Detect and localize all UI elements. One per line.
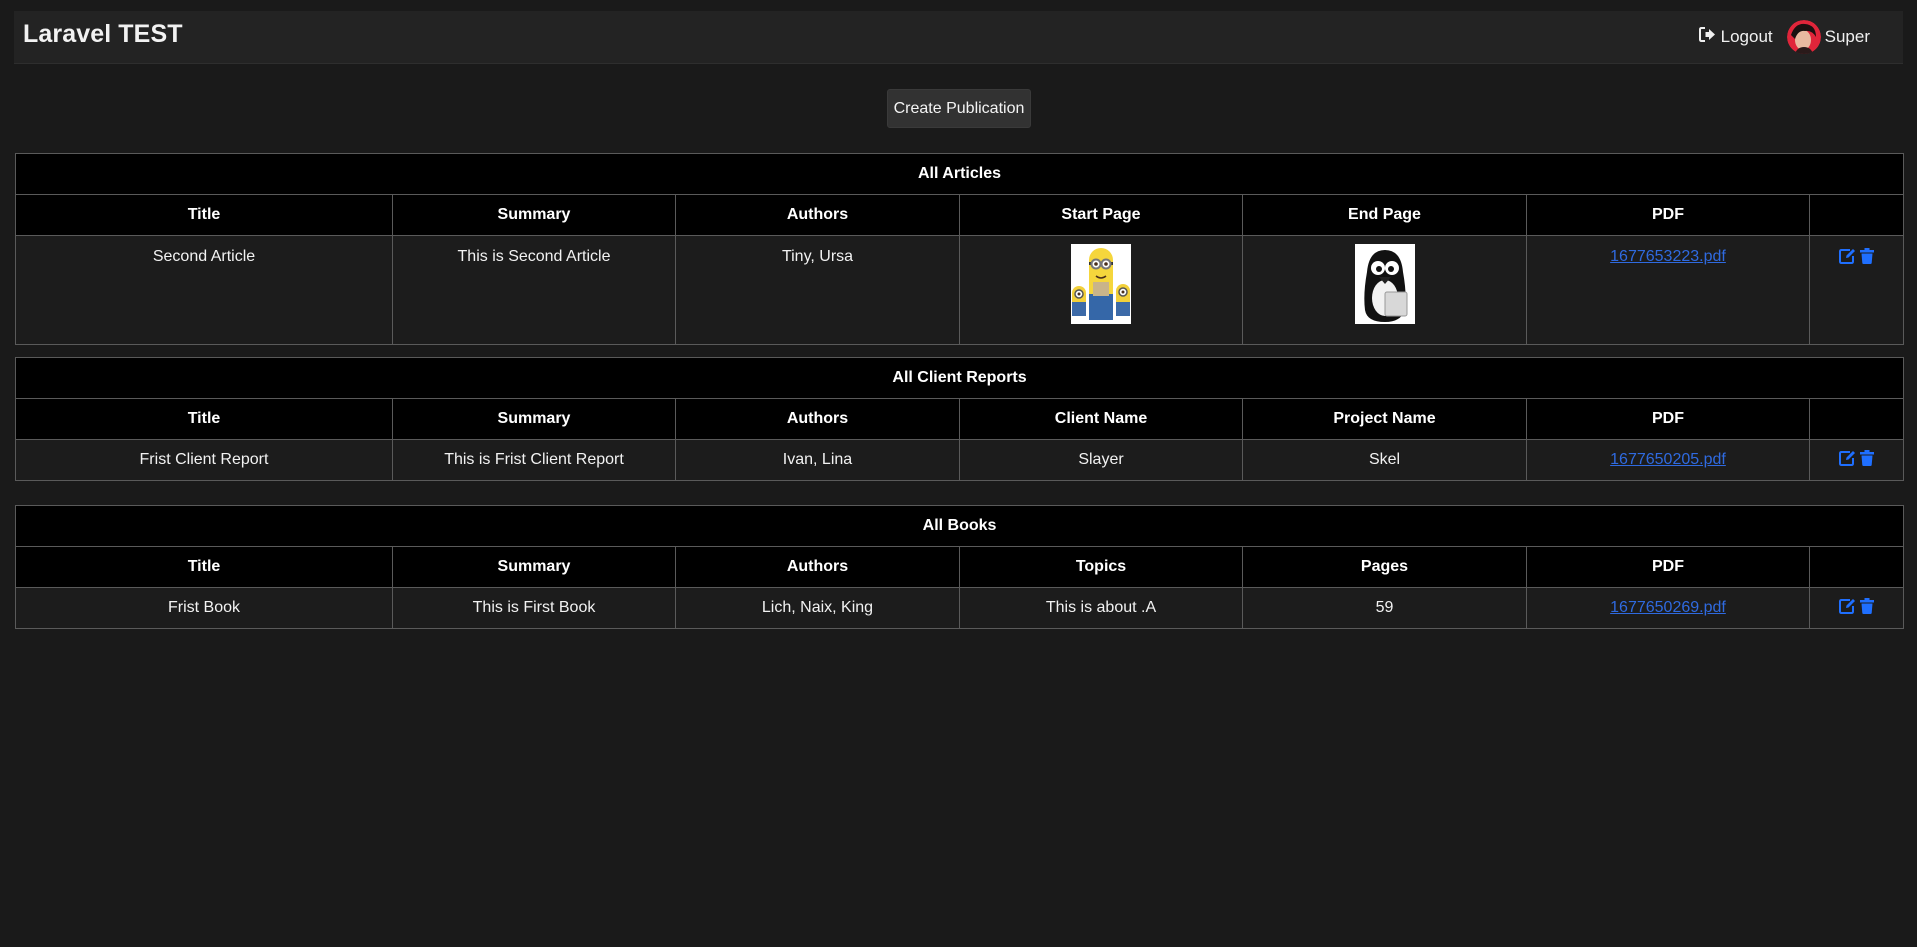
trash-icon[interactable] bbox=[1860, 248, 1874, 264]
edit-icon[interactable] bbox=[1839, 450, 1856, 466]
articles-caption: All Articles bbox=[15, 153, 1904, 195]
col-actions bbox=[1808, 546, 1905, 588]
brand-title[interactable]: Laravel TEST bbox=[23, 20, 183, 49]
edit-icon[interactable] bbox=[1839, 248, 1856, 264]
sign-out-icon bbox=[1698, 27, 1721, 47]
cell-end-page bbox=[1242, 235, 1527, 345]
navbar: Laravel TEST Logout Super bbox=[14, 11, 1903, 64]
cell-summary: This is Second Article bbox=[392, 235, 676, 345]
table-row: Frist Book This is First Book Lich, Naix… bbox=[15, 587, 1905, 629]
cell-title: Frist Client Report bbox=[15, 439, 393, 481]
pdf-link[interactable]: 1677650269.pdf bbox=[1610, 599, 1726, 616]
create-publication-button[interactable]: Create Publication bbox=[887, 89, 1031, 128]
cell-title: Second Article bbox=[15, 235, 393, 345]
client-reports-caption: All Client Reports bbox=[14, 357, 1905, 399]
books-caption: All Books bbox=[14, 505, 1905, 547]
col-topics: Topics bbox=[959, 546, 1243, 588]
cell-start-page bbox=[959, 235, 1243, 345]
col-client-name: Client Name bbox=[959, 398, 1243, 440]
col-summary: Summary bbox=[392, 194, 676, 236]
pdf-link[interactable]: 1677653223.pdf bbox=[1610, 248, 1726, 265]
col-authors: Authors bbox=[675, 398, 960, 440]
client-reports-table: All Client Reports Title Summary Authors… bbox=[14, 357, 1905, 481]
table-row: Frist Client Report This is Frist Client… bbox=[15, 439, 1905, 481]
cell-summary: This is First Book bbox=[392, 587, 676, 629]
cell-pages: 59 bbox=[1242, 587, 1527, 629]
cell-authors: Tiny, Ursa bbox=[675, 235, 960, 345]
cell-actions bbox=[1808, 439, 1905, 481]
cell-pdf: 1677650269.pdf bbox=[1526, 587, 1810, 629]
minions-image bbox=[1071, 244, 1131, 324]
trash-icon[interactable] bbox=[1860, 449, 1875, 466]
logout-label: Logout bbox=[1720, 27, 1773, 46]
cell-actions bbox=[1808, 587, 1905, 629]
col-end-page: End Page bbox=[1242, 194, 1527, 236]
trash-icon[interactable] bbox=[1860, 597, 1875, 614]
cell-topics: This is about .A bbox=[959, 587, 1243, 629]
col-summary: Summary bbox=[392, 398, 676, 440]
user-name: Super bbox=[1824, 27, 1870, 46]
cell-project-name: Skel bbox=[1242, 439, 1527, 481]
col-pdf: PDF bbox=[1526, 546, 1810, 588]
penguin-image bbox=[1354, 244, 1415, 324]
col-authors: Authors bbox=[675, 546, 960, 588]
col-pdf: PDF bbox=[1526, 194, 1810, 236]
cell-authors: Ivan, Lina bbox=[675, 439, 960, 481]
col-summary: Summary bbox=[392, 546, 676, 588]
col-authors: Authors bbox=[675, 194, 960, 236]
col-project-name: Project Name bbox=[1242, 398, 1527, 440]
pdf-link[interactable]: 1677650205.pdf bbox=[1610, 451, 1726, 468]
table-row: Second Article This is Second Article Ti… bbox=[15, 235, 1904, 345]
user-menu[interactable]: Super bbox=[1786, 20, 1870, 54]
col-title: Title bbox=[15, 398, 393, 440]
cell-title: Frist Book bbox=[15, 587, 393, 629]
col-title: Title bbox=[15, 194, 393, 236]
col-actions bbox=[1809, 194, 1904, 236]
cell-pdf: 1677653223.pdf bbox=[1526, 235, 1810, 345]
cell-authors: Lich, Naix, King bbox=[675, 587, 960, 629]
col-pages: Pages bbox=[1242, 546, 1527, 588]
cell-actions bbox=[1809, 235, 1904, 345]
cell-summary: This is Frist Client Report bbox=[392, 439, 676, 481]
cell-pdf: 1677650205.pdf bbox=[1526, 439, 1810, 481]
articles-table: All Articles Title Summary Authors Start… bbox=[15, 153, 1904, 345]
col-title: Title bbox=[15, 546, 393, 588]
col-start-page: Start Page bbox=[959, 194, 1243, 236]
cell-client-name: Slayer bbox=[959, 439, 1243, 481]
col-pdf: PDF bbox=[1526, 398, 1810, 440]
edit-icon[interactable] bbox=[1839, 598, 1856, 614]
books-table: All Books Title Summary Authors Topics P… bbox=[14, 505, 1905, 629]
navbar-right: Logout Super bbox=[1698, 19, 1870, 55]
avatar bbox=[1786, 20, 1821, 54]
logout-link[interactable]: Logout bbox=[1698, 27, 1773, 47]
col-actions bbox=[1808, 398, 1905, 440]
